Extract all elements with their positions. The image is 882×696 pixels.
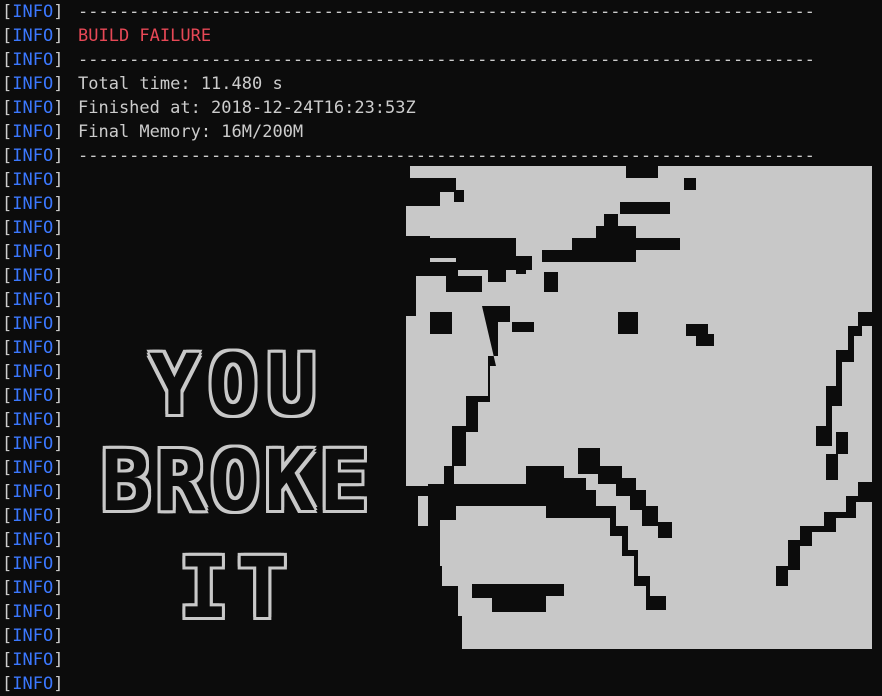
log-level: INFO (12, 578, 54, 598)
log-level: INFO (12, 434, 54, 454)
log-level: INFO (12, 218, 54, 238)
log-level: INFO (12, 482, 54, 502)
log-level-tag: [INFO] (2, 602, 64, 622)
separator-line: ----------------------------------------… (78, 50, 815, 70)
log-message: Total time: 11.480 s (78, 74, 283, 94)
log-level: INFO (12, 290, 54, 310)
log-level-tag: [INFO] (2, 554, 64, 574)
log-level: INFO (12, 314, 54, 334)
log-level: INFO (12, 266, 54, 286)
log-level: INFO (12, 338, 54, 358)
log-level: INFO (12, 170, 54, 190)
log-level-tag: [INFO] (2, 2, 64, 22)
terminal-line: [INFO] BUILD FAILURE (0, 24, 882, 48)
terminal-line: [INFO] Final Memory: 16M/200M (0, 120, 882, 144)
log-level-tag: [INFO] (2, 242, 64, 262)
you-broke-it-text: YOU BROKE IT (72, 340, 402, 645)
log-level: INFO (12, 530, 54, 550)
art-word-it: IT (178, 539, 296, 637)
log-level-tag: [INFO] (2, 98, 64, 118)
log-message: Finished at: 2018-12-24T16:23:53Z (78, 98, 416, 118)
terminal-line: [INFO] (0, 648, 882, 672)
angry-face-image (396, 166, 872, 649)
separator-line: ----------------------------------------… (78, 146, 815, 166)
log-level-tag: [INFO] (2, 482, 64, 502)
art-word-broke: BROKE (100, 432, 374, 530)
log-level-tag: [INFO] (2, 506, 64, 526)
log-level-tag: [INFO] (2, 26, 64, 46)
log-level: INFO (12, 674, 54, 694)
log-level: INFO (12, 98, 54, 118)
log-level: INFO (12, 50, 54, 70)
log-level-tag: [INFO] (2, 146, 64, 166)
terminal-line: [INFO] Total time: 11.480 s (0, 72, 882, 96)
log-level-tag: [INFO] (2, 74, 64, 94)
log-level: INFO (12, 386, 54, 406)
log-level: INFO (12, 458, 54, 478)
log-level-tag: [INFO] (2, 290, 64, 310)
log-level-tag: [INFO] (2, 626, 64, 646)
log-level: INFO (12, 2, 54, 22)
log-level-tag: [INFO] (2, 386, 64, 406)
log-message: Final Memory: 16M/200M (78, 122, 304, 142)
art-word-you: YOU (149, 336, 325, 434)
log-level-tag: [INFO] (2, 314, 64, 334)
log-level-tag: [INFO] (2, 194, 64, 214)
terminal-line: [INFO] ----------------------------------… (0, 48, 882, 72)
terminal-line: [INFO] Finished at: 2018-12-24T16:23:53Z (0, 96, 882, 120)
log-level-tag: [INFO] (2, 170, 64, 190)
log-level: INFO (12, 602, 54, 622)
terminal-line: [INFO] ----------------------------------… (0, 144, 882, 168)
log-level-tag: [INFO] (2, 410, 64, 430)
log-level: INFO (12, 626, 54, 646)
log-level: INFO (12, 506, 54, 526)
log-level-tag: [INFO] (2, 122, 64, 142)
log-level: INFO (12, 74, 54, 94)
log-level-tag: [INFO] (2, 218, 64, 238)
log-level-tag: [INFO] (2, 578, 64, 598)
log-level: INFO (12, 650, 54, 670)
log-level: INFO (12, 362, 54, 382)
terminal-line: [INFO] (0, 672, 882, 696)
separator-line: ----------------------------------------… (78, 2, 815, 22)
log-level: INFO (12, 26, 54, 46)
log-level: INFO (12, 146, 54, 166)
terminal-line: [INFO] ----------------------------------… (0, 0, 882, 24)
log-level-tag: [INFO] (2, 530, 64, 550)
log-level-tag: [INFO] (2, 338, 64, 358)
log-level-tag: [INFO] (2, 50, 64, 70)
log-level-tag: [INFO] (2, 458, 64, 478)
log-level: INFO (12, 194, 54, 214)
log-level: INFO (12, 410, 54, 430)
log-level-tag: [INFO] (2, 434, 64, 454)
log-level-tag: [INFO] (2, 266, 64, 286)
log-level-tag: [INFO] (2, 362, 64, 382)
log-level: INFO (12, 242, 54, 262)
build-failure-message: BUILD FAILURE (78, 26, 212, 46)
log-level: INFO (12, 554, 54, 574)
log-level-tag: [INFO] (2, 650, 64, 670)
log-level-tag: [INFO] (2, 674, 64, 694)
log-level: INFO (12, 122, 54, 142)
